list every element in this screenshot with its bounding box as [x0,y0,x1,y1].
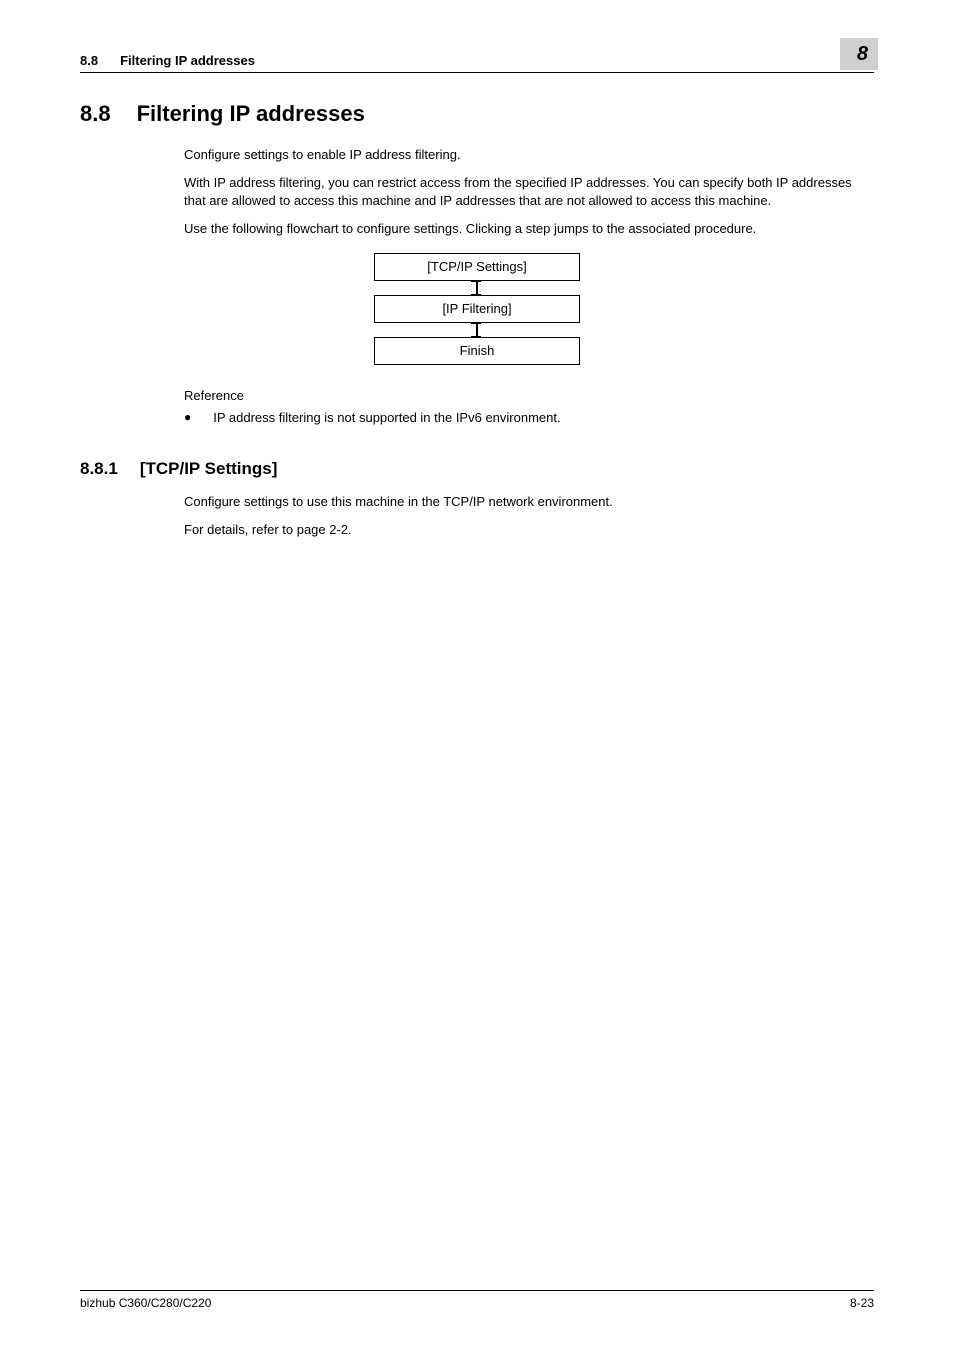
flowchart-connector [476,281,477,295]
header-section-num: 8.8 [80,52,98,70]
reference-label: Reference [184,387,874,405]
footer-page-number: 8-23 [850,1295,874,1312]
section-number: 8.8 [80,99,111,130]
paragraph: Configure settings to use this machine i… [184,493,874,511]
paragraph: With IP address filtering, you can restr… [184,174,874,210]
flowchart-step-finish: Finish [374,337,580,365]
subsection-heading: 8.8.1 [TCP/IP Settings] [80,457,874,481]
page-footer: bizhub C360/C280/C220 8-23 [80,1290,874,1312]
running-header: 8.8 Filtering IP addresses 8 [80,38,874,73]
paragraph: For details, refer to page 2-2. [184,521,874,539]
header-section-title: Filtering IP addresses [120,52,255,70]
flowchart-step-tcpip[interactable]: [TCP/IP Settings] [374,253,580,281]
paragraph: Configure settings to enable IP address … [184,146,874,164]
bullet-dot-icon: ● [184,409,191,427]
section-title: Filtering IP addresses [137,99,365,130]
flowchart-step-ipfiltering[interactable]: [IP Filtering] [374,295,580,323]
subsection-title: [TCP/IP Settings] [140,457,278,481]
bullet-text: IP address filtering is not supported in… [213,409,560,427]
flowchart-connector [476,323,477,337]
bullet-item: ● IP address filtering is not supported … [184,409,874,427]
chapter-tab: 8 [840,38,878,70]
subsection-number: 8.8.1 [80,457,118,481]
footer-product: bizhub C360/C280/C220 [80,1295,211,1312]
paragraph: Use the following flowchart to configure… [184,220,874,238]
section-heading: 8.8 Filtering IP addresses [80,99,874,130]
flowchart: [TCP/IP Settings] [IP Filtering] Finish [80,253,874,366]
